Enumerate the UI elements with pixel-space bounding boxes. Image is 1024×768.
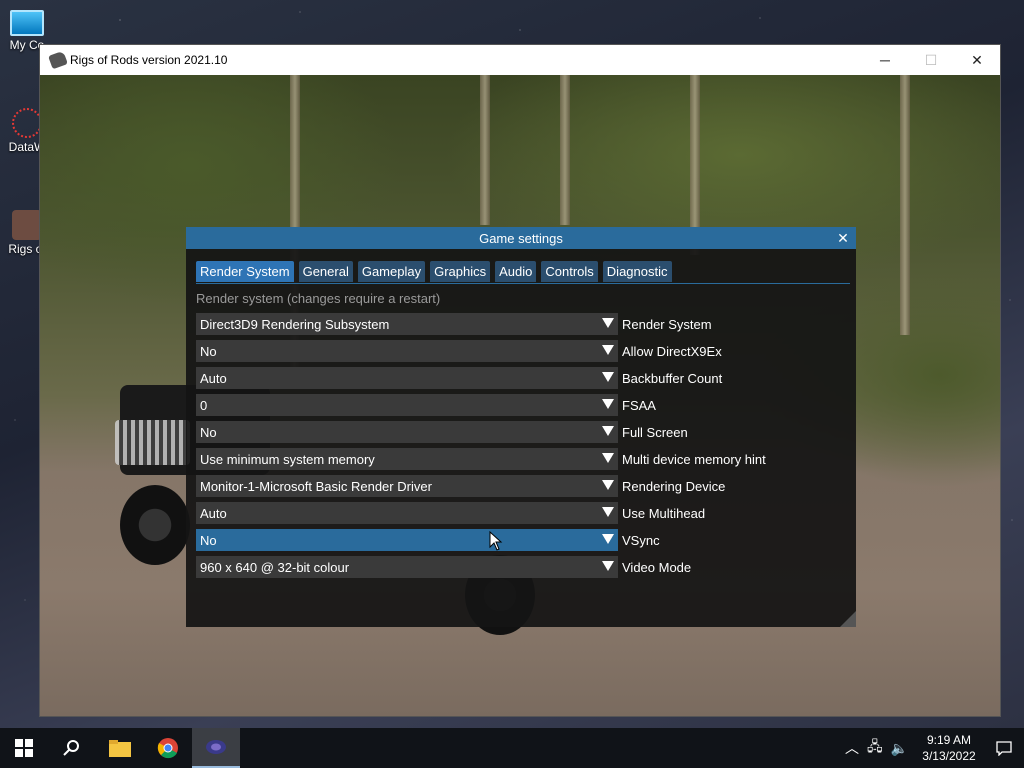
dropdown-arrow-icon (602, 480, 614, 490)
setting-label: Allow DirectX9Ex (622, 343, 722, 359)
dropdown-arrow-icon (602, 561, 614, 571)
select-value: Direct3D9 Rendering Subsystem (200, 316, 390, 332)
dropdown-arrow-icon (602, 426, 614, 436)
window-titlebar[interactable]: Rigs of Rods version 2021.10 ─ ☐ ✕ (40, 45, 1000, 75)
tab-render-system[interactable]: Render System (196, 261, 294, 282)
search-icon[interactable] (48, 728, 96, 768)
dropdown-arrow-icon (602, 318, 614, 328)
volume-icon[interactable]: 🔈 (891, 740, 908, 757)
select-value: Auto (200, 370, 227, 386)
system-tray: ︿ 🖧 🔈 (845, 736, 914, 760)
setting-label: Video Mode (622, 559, 692, 575)
settings-rows: Direct3D9 Rendering Subsystem Render Sys… (196, 313, 856, 578)
settings-tabs: Render System General Gameplay Graphics … (196, 261, 850, 284)
select-value: Monitor-1-Microsoft Basic Render Driver (200, 478, 432, 494)
full-screen-select[interactable]: No (196, 421, 618, 443)
dialog-close-button[interactable]: ✕ (834, 229, 852, 247)
setting-label: Rendering Device (622, 478, 726, 494)
setting-label: Full Screen (622, 424, 688, 440)
backbuffer-count-select[interactable]: Auto (196, 367, 618, 389)
close-button[interactable]: ✕ (954, 45, 1000, 75)
clock-time: 9:19 AM (926, 733, 972, 747)
truck-grill (115, 420, 190, 465)
dropdown-arrow-icon (602, 345, 614, 355)
game-viewport: Game settings ✕ Render System General Ga… (40, 75, 1000, 716)
dialog-title: Game settings (479, 230, 563, 246)
setting-row: Use minimum system memory Multi device m… (196, 448, 856, 470)
tab-controls[interactable]: Controls (541, 261, 598, 282)
memory-hint-select[interactable]: Use minimum system memory (196, 448, 618, 470)
setting-label: FSAA (622, 397, 656, 413)
setting-row: 960 x 640 @ 32-bit colour Video Mode (196, 556, 856, 578)
windows-start-icon[interactable] (0, 728, 48, 768)
chrome-icon[interactable] (144, 728, 192, 768)
select-value: 960 x 640 @ 32-bit colour (200, 559, 350, 575)
dataw-icon (12, 108, 42, 138)
rendering-device-select[interactable]: Monitor-1-Microsoft Basic Render Driver (196, 475, 618, 497)
setting-label: Multi device memory hint (622, 451, 766, 467)
file-explorer-icon[interactable] (96, 728, 144, 768)
app-icon (48, 50, 68, 70)
clock-date: 3/13/2022 (922, 749, 976, 763)
notifications-icon[interactable] (984, 728, 1024, 768)
setting-row: 0 FSAA (196, 394, 856, 416)
setting-row: No Full Screen (196, 421, 856, 443)
resize-grip[interactable] (840, 611, 856, 627)
select-value: 0 (200, 397, 208, 413)
dropdown-arrow-icon (602, 534, 614, 544)
allow-directx9ex-select[interactable]: No (196, 340, 618, 362)
tab-general[interactable]: General (298, 261, 353, 282)
section-label: Render system (changes require a restart… (196, 291, 441, 306)
window-title: Rigs of Rods version 2021.10 (70, 53, 228, 67)
select-value: No (200, 532, 217, 548)
select-value: Auto (200, 505, 227, 521)
setting-label: Backbuffer Count (622, 370, 723, 386)
tab-audio[interactable]: Audio (495, 261, 537, 282)
dropdown-arrow-icon (602, 453, 614, 463)
maximize-button: ☐ (924, 51, 938, 68)
setting-row: No Allow DirectX9Ex (196, 340, 856, 362)
setting-row: Auto Use Multihead (196, 502, 856, 524)
clock[interactable]: 9:19 AM 3/13/2022 (914, 732, 984, 764)
tree-trunk (480, 75, 490, 225)
video-mode-select[interactable]: 960 x 640 @ 32-bit colour (196, 556, 618, 578)
tree-trunk (900, 75, 910, 335)
minimize-button[interactable]: ─ (862, 45, 908, 75)
rigs-of-rods-icon (12, 210, 42, 240)
tab-graphics[interactable]: Graphics (430, 261, 491, 282)
app-window: Rigs of Rods version 2021.10 ─ ☐ ✕ Game … (40, 45, 1000, 716)
dropdown-arrow-icon (602, 399, 614, 409)
dropdown-arrow-icon (602, 372, 614, 382)
dropdown-arrow-icon (602, 507, 614, 517)
setting-row: Monitor-1-Microsoft Basic Render Driver … (196, 475, 856, 497)
taskbar: ︿ 🖧 🔈 9:19 AM 3/13/2022 (0, 728, 1024, 768)
select-value: No (200, 424, 217, 440)
select-value: Use minimum system memory (200, 451, 375, 467)
dialog-titlebar[interactable]: Game settings ✕ (186, 227, 856, 249)
computer-icon (10, 10, 44, 36)
select-value: No (200, 343, 217, 359)
render-system-select[interactable]: Direct3D9 Rendering Subsystem (196, 313, 618, 335)
game-settings-dialog: Game settings ✕ Render System General Ga… (186, 227, 856, 627)
mouse-cursor-icon (489, 531, 503, 551)
setting-label: Render System (622, 316, 712, 332)
tree-trunk (560, 75, 570, 225)
use-multihead-select[interactable]: Auto (196, 502, 618, 524)
tab-diagnostic[interactable]: Diagnostic (602, 261, 672, 282)
setting-row: Direct3D9 Rendering Subsystem Render Sys… (196, 313, 856, 335)
setting-row: Auto Backbuffer Count (196, 367, 856, 389)
setting-label: Use Multihead (622, 505, 706, 521)
chevron-up-icon[interactable]: ︿ (845, 738, 859, 758)
truck-wheel (120, 485, 190, 565)
vsync-select[interactable]: No (196, 529, 618, 551)
tab-gameplay[interactable]: Gameplay (357, 261, 426, 282)
setting-label: VSync (622, 532, 660, 548)
rigs-of-rods-taskbar-icon[interactable] (192, 728, 240, 768)
fsaa-select[interactable]: 0 (196, 394, 618, 416)
setting-row: No VSync (196, 529, 856, 551)
network-icon[interactable]: 🖧 (867, 736, 883, 760)
